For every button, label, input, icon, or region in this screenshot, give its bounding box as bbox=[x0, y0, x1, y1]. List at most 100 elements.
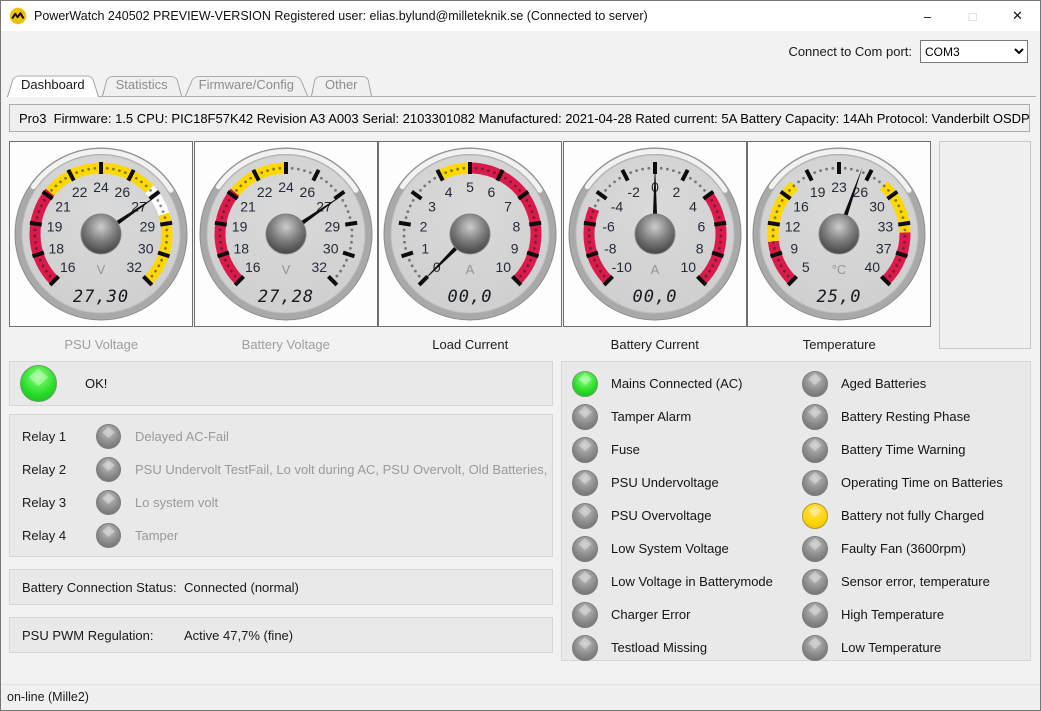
svg-text:23: 23 bbox=[831, 179, 847, 195]
svg-text:26: 26 bbox=[299, 184, 315, 200]
indicator-label: PSU Overvoltage bbox=[611, 508, 711, 523]
svg-text:8: 8 bbox=[513, 219, 521, 235]
svg-text:16: 16 bbox=[60, 259, 76, 275]
svg-text:26: 26 bbox=[115, 184, 131, 200]
relay-name: Relay 2 bbox=[22, 462, 74, 477]
svg-text:10: 10 bbox=[680, 259, 696, 275]
svg-text:A: A bbox=[466, 262, 475, 277]
svg-text:30: 30 bbox=[869, 198, 885, 214]
indicator-psu-undervoltage: PSU Undervoltage bbox=[572, 466, 797, 499]
indicator-tamper-alarm: Tamper Alarm bbox=[572, 400, 797, 433]
indicator-column-2: Aged Batteries Battery Resting Phase Bat… bbox=[802, 367, 1027, 664]
indicator-column-1: Mains Connected (AC) Tamper Alarm Fuse P… bbox=[572, 367, 797, 664]
maximize-button[interactable]: □ bbox=[950, 1, 995, 31]
svg-text:2: 2 bbox=[420, 219, 428, 235]
relay-led bbox=[96, 457, 121, 482]
tab-firmware-config[interactable]: Firmware/Config bbox=[185, 73, 308, 96]
svg-text:12: 12 bbox=[785, 219, 801, 235]
status-bar: on-line (Mille2) bbox=[1, 684, 1040, 711]
svg-text:10: 10 bbox=[495, 259, 511, 275]
svg-text:32: 32 bbox=[311, 259, 327, 275]
status-bar-text: on-line (Mille2) bbox=[7, 690, 89, 704]
indicator-label: Battery Resting Phase bbox=[841, 409, 970, 424]
svg-text:24: 24 bbox=[278, 179, 294, 195]
svg-text:V: V bbox=[281, 262, 290, 277]
com-port-group: Connect to Com port: COM3 bbox=[788, 40, 1028, 63]
indicator-battery-resting-phase: Battery Resting Phase bbox=[802, 400, 1027, 433]
tab-dashboard[interactable]: Dashboard bbox=[7, 72, 99, 97]
gauge-caption-battery-current: Battery Current bbox=[563, 337, 748, 352]
tab-label: Dashboard bbox=[21, 77, 85, 92]
gauge-caption-psu-voltage: PSU Voltage bbox=[9, 337, 194, 352]
indicator-panel: Mains Connected (AC) Tamper Alarm Fuse P… bbox=[561, 361, 1031, 661]
svg-text:21: 21 bbox=[55, 198, 71, 214]
svg-text:18: 18 bbox=[233, 241, 249, 257]
title-bar: PowerWatch 240502 PREVIEW-VERSION Regist… bbox=[1, 1, 1040, 31]
tab-statistics[interactable]: Statistics bbox=[102, 73, 182, 96]
gauge-caption-battery-voltage: Battery Voltage bbox=[194, 337, 379, 352]
svg-text:27,30: 27,30 bbox=[73, 287, 129, 307]
svg-text:37: 37 bbox=[876, 241, 892, 257]
indicator-led bbox=[802, 569, 828, 595]
svg-text:A: A bbox=[650, 262, 659, 277]
app-logo-icon bbox=[9, 7, 27, 25]
battery-connection-value: Connected (normal) bbox=[184, 580, 299, 595]
indicator-led bbox=[802, 470, 828, 496]
app-window: PowerWatch 240502 PREVIEW-VERSION Regist… bbox=[0, 0, 1041, 711]
svg-text:22: 22 bbox=[256, 184, 272, 200]
indicator-battery-time-warning: Battery Time Warning bbox=[802, 433, 1027, 466]
indicator-label: Sensor error, temperature bbox=[841, 574, 990, 589]
tab-other[interactable]: Other bbox=[311, 73, 372, 96]
svg-text:5: 5 bbox=[802, 259, 810, 275]
svg-text:9: 9 bbox=[511, 241, 519, 257]
svg-text:29: 29 bbox=[140, 219, 156, 235]
tab-label: Firmware/Config bbox=[199, 77, 294, 92]
indicator-label: Charger Error bbox=[611, 607, 690, 622]
tab-label: Statistics bbox=[116, 77, 168, 92]
tab-content-border bbox=[7, 96, 1036, 97]
indicator-sensor-error-temperature: Sensor error, temperature bbox=[802, 565, 1027, 598]
indicator-led bbox=[572, 635, 598, 661]
svg-text:4: 4 bbox=[689, 198, 697, 214]
indicator-led bbox=[572, 503, 598, 529]
svg-text:-2: -2 bbox=[627, 184, 640, 200]
indicator-operating-time-on-batteries: Operating Time on Batteries bbox=[802, 466, 1027, 499]
gauge-psu-voltage: 1618192122242627293032V27,30 bbox=[9, 141, 193, 327]
indicator-led bbox=[572, 404, 598, 430]
close-button[interactable]: ✕ bbox=[995, 1, 1040, 31]
tab-bar: Dashboard Statistics Firmware/Config Oth… bbox=[7, 72, 375, 96]
svg-text:-6: -6 bbox=[602, 219, 615, 235]
relay-led bbox=[96, 424, 121, 449]
svg-text:-4: -4 bbox=[610, 198, 623, 214]
device-info-bar: Pro3 Firmware: 1.5 CPU: PIC18F57K42 Revi… bbox=[9, 104, 1030, 132]
indicator-led bbox=[572, 371, 598, 397]
svg-text:30: 30 bbox=[138, 241, 154, 257]
relay-description: Tamper bbox=[135, 528, 178, 543]
minimize-button[interactable]: – bbox=[905, 1, 950, 31]
indicator-testload-missing: Testload Missing bbox=[572, 631, 797, 664]
svg-text:19: 19 bbox=[231, 219, 247, 235]
svg-text:2: 2 bbox=[672, 184, 680, 200]
svg-text:29: 29 bbox=[324, 219, 340, 235]
indicator-battery-not-fully-charged: Battery not fully Charged bbox=[802, 499, 1027, 532]
svg-text:18: 18 bbox=[49, 241, 65, 257]
com-port-select[interactable]: COM3 bbox=[920, 40, 1028, 63]
svg-text:21: 21 bbox=[240, 198, 256, 214]
relay-description: Delayed AC-Fail bbox=[135, 429, 229, 444]
indicator-led bbox=[802, 602, 828, 628]
indicator-label: Low System Voltage bbox=[611, 541, 729, 556]
indicator-label: Battery not fully Charged bbox=[841, 508, 984, 523]
indicator-mains-connected-ac: Mains Connected (AC) bbox=[572, 367, 797, 400]
svg-text:24: 24 bbox=[93, 179, 109, 195]
indicator-low-system-voltage: Low System Voltage bbox=[572, 532, 797, 565]
empty-side-panel bbox=[939, 141, 1031, 349]
indicator-led bbox=[572, 470, 598, 496]
svg-text:25,0: 25,0 bbox=[817, 287, 862, 307]
com-port-label: Connect to Com port: bbox=[788, 44, 912, 59]
overall-status-panel: OK! bbox=[9, 361, 553, 406]
relay-name: Relay 4 bbox=[22, 528, 74, 543]
indicator-high-temperature: High Temperature bbox=[802, 598, 1027, 631]
relay-name: Relay 3 bbox=[22, 495, 74, 510]
tab-label: Other bbox=[325, 77, 358, 92]
battery-connection-label: Battery Connection Status: bbox=[22, 580, 184, 595]
